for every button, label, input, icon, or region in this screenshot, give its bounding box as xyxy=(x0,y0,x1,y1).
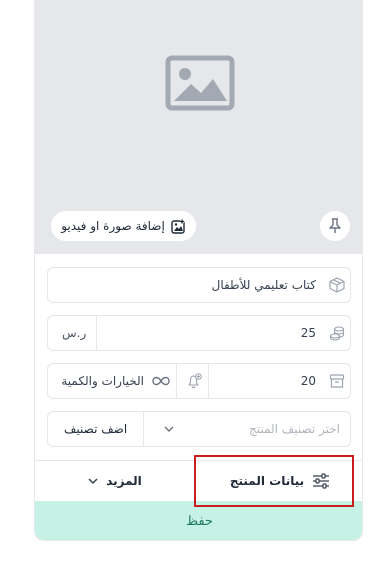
options-quantity-label: الخيارات والكمية xyxy=(61,374,144,388)
archive-box-icon xyxy=(329,374,345,388)
highlight-box xyxy=(194,455,354,507)
chevron-down-icon xyxy=(88,478,98,485)
add-category-label: اضف تصنيف xyxy=(64,422,128,436)
tab-more[interactable]: المزيد xyxy=(35,461,195,501)
add-media-button[interactable]: إضافة صورة او فيديو xyxy=(51,211,196,241)
add-category-button[interactable]: اضف تصنيف xyxy=(48,412,143,446)
quantity-value: 20 xyxy=(300,374,316,388)
options-divider xyxy=(176,364,177,398)
chevron-down-icon xyxy=(164,426,174,432)
category-placeholder: اختر تصنيف المنتج xyxy=(249,422,340,436)
box-icon xyxy=(329,277,345,293)
image-placeholder-icon xyxy=(165,55,235,111)
add-image-icon xyxy=(171,219,185,234)
tab-more-label: المزيد xyxy=(106,474,142,488)
add-media-label: إضافة صورة او فيديو xyxy=(61,219,165,233)
quantity-divider xyxy=(208,364,209,398)
bell-plus-icon[interactable] xyxy=(186,373,202,389)
category-select-field[interactable]: اختر تصنيف المنتج اضف تصنيف xyxy=(47,411,351,447)
options-quantity-button[interactable]: الخيارات والكمية xyxy=(48,364,176,398)
price-value: 25 xyxy=(300,326,316,340)
save-label: حفظ xyxy=(186,513,213,529)
price-divider xyxy=(96,316,97,350)
product-media-area[interactable]: إضافة صورة او فيديو xyxy=(35,0,362,254)
pin-icon xyxy=(329,218,341,233)
save-button[interactable]: حفظ xyxy=(35,501,362,540)
infinity-icon xyxy=(152,376,170,386)
product-name-value: كتاب تعليمي للأطفال xyxy=(211,278,316,292)
quantity-field[interactable]: 20 الخيارات والكمية xyxy=(47,363,351,399)
pin-button[interactable] xyxy=(320,211,350,241)
currency-label: ر.س xyxy=(62,326,87,340)
coins-icon xyxy=(329,326,345,341)
product-name-field[interactable]: كتاب تعليمي للأطفال xyxy=(47,267,351,303)
category-divider xyxy=(143,412,144,446)
price-field[interactable]: 25 ر.س xyxy=(47,315,351,351)
